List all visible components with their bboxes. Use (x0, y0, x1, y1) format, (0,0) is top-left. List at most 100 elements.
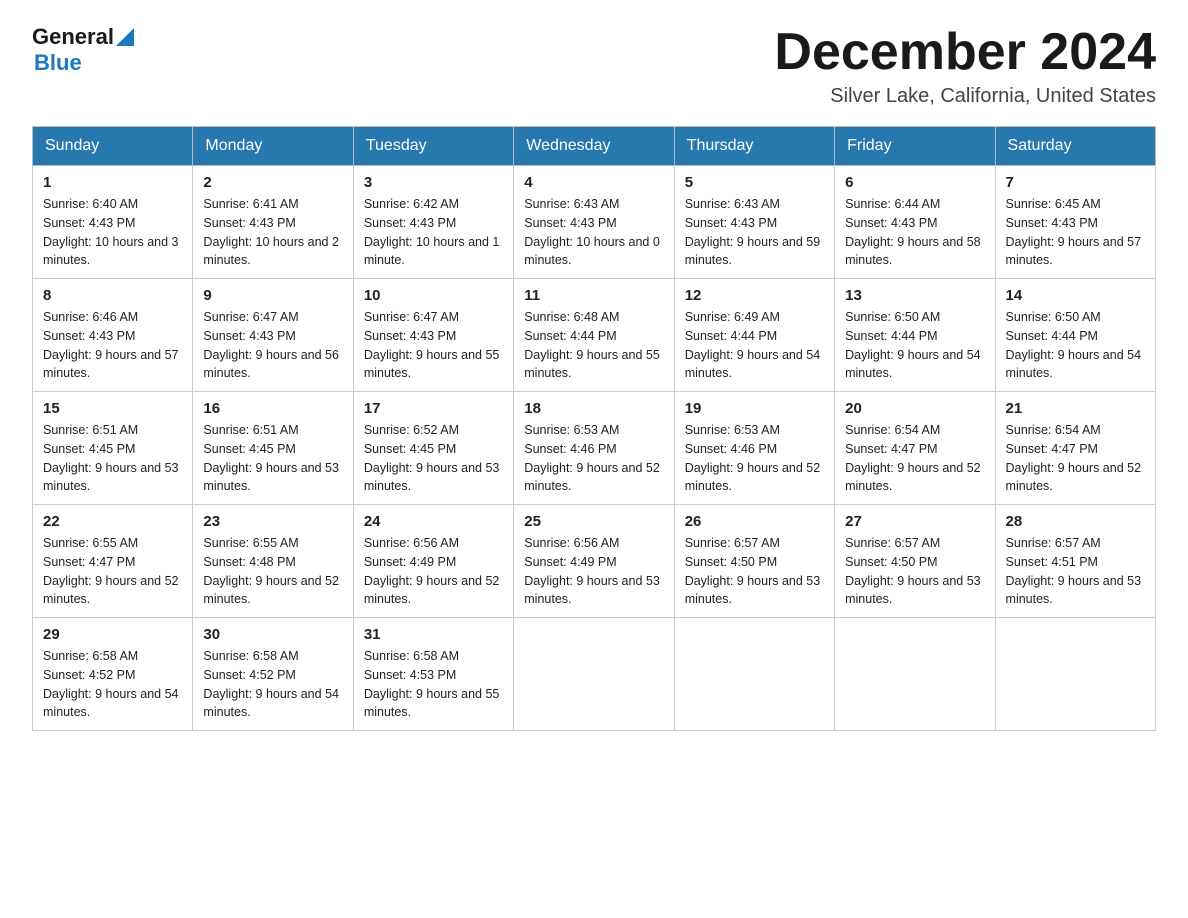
day-cell-10: 10 Sunrise: 6:47 AMSunset: 4:43 PMDayligh… (353, 279, 513, 392)
day-cell-24: 24 Sunrise: 6:56 AMSunset: 4:49 PMDayligh… (353, 505, 513, 618)
col-header-thursday: Thursday (674, 127, 834, 166)
col-header-saturday: Saturday (995, 127, 1155, 166)
day-info: Sunrise: 6:45 AMSunset: 4:43 PMDaylight:… (1006, 195, 1145, 270)
day-cell-20: 20Sunrise: 6:54 AMSunset: 4:47 PMDayligh… (835, 392, 995, 505)
day-info: Sunrise: 6:51 AMSunset: 4:45 PMDaylight:… (43, 421, 182, 496)
logo-triangle-icon (116, 28, 134, 46)
day-number: 5 (685, 174, 824, 191)
day-info: Sunrise: 6:56 AMSunset: 4:49 PMDaylight:… (524, 534, 663, 609)
day-cell-9: 9 Sunrise: 6:47 AMSunset: 4:43 PMDaylight… (193, 279, 353, 392)
col-header-wednesday: Wednesday (514, 127, 674, 166)
day-number: 16 (203, 400, 342, 417)
day-number: 19 (685, 400, 824, 417)
empty-cell (514, 618, 674, 731)
day-cell-6: 6 Sunrise: 6:44 AMSunset: 4:43 PMDaylight… (835, 166, 995, 279)
day-info: Sunrise: 6:49 AMSunset: 4:44 PMDaylight:… (685, 308, 824, 383)
day-number: 21 (1006, 400, 1145, 417)
day-info: Sunrise: 6:54 AMSunset: 4:47 PMDaylight:… (845, 421, 984, 496)
col-header-monday: Monday (193, 127, 353, 166)
day-cell-31: 31 Sunrise: 6:58 AMSunset: 4:53 PMDayligh… (353, 618, 513, 731)
week-row-4: 22 Sunrise: 6:55 AMSunset: 4:47 PMDayligh… (33, 505, 1156, 618)
day-info: Sunrise: 6:56 AMSunset: 4:49 PMDaylight:… (364, 534, 503, 609)
col-header-tuesday: Tuesday (353, 127, 513, 166)
day-number: 7 (1006, 174, 1145, 191)
logo-blue-text: Blue (34, 50, 82, 76)
day-number: 31 (364, 626, 503, 643)
day-cell-2: 2Sunrise: 6:41 AMSunset: 4:43 PMDaylight… (193, 166, 353, 279)
day-info: Sunrise: 6:51 AMSunset: 4:45 PMDaylight:… (203, 421, 342, 496)
day-info: Sunrise: 6:58 AMSunset: 4:52 PMDaylight:… (203, 647, 342, 722)
day-cell-7: 7 Sunrise: 6:45 AMSunset: 4:43 PMDaylight… (995, 166, 1155, 279)
logo: General Blue (32, 24, 134, 76)
day-cell-19: 19 Sunrise: 6:53 AMSunset: 4:46 PMDayligh… (674, 392, 834, 505)
day-number: 18 (524, 400, 663, 417)
day-info: Sunrise: 6:57 AMSunset: 4:50 PMDaylight:… (845, 534, 984, 609)
day-info: Sunrise: 6:52 AMSunset: 4:45 PMDaylight:… (364, 421, 503, 496)
day-info: Sunrise: 6:53 AMSunset: 4:46 PMDaylight:… (524, 421, 663, 496)
day-number: 8 (43, 287, 182, 304)
day-number: 29 (43, 626, 182, 643)
day-info: Sunrise: 6:47 AMSunset: 4:43 PMDaylight:… (364, 308, 503, 383)
day-cell-23: 23 Sunrise: 6:55 AMSunset: 4:48 PMDayligh… (193, 505, 353, 618)
location-subtitle: Silver Lake, California, United States (774, 85, 1156, 108)
day-info: Sunrise: 6:50 AMSunset: 4:44 PMDaylight:… (845, 308, 984, 383)
day-number: 3 (364, 174, 503, 191)
day-cell-21: 21 Sunrise: 6:54 AMSunset: 4:47 PMDayligh… (995, 392, 1155, 505)
empty-cell (995, 618, 1155, 731)
week-row-5: 29 Sunrise: 6:58 AMSunset: 4:52 PMDayligh… (33, 618, 1156, 731)
month-title: December 2024 (774, 24, 1156, 81)
day-info: Sunrise: 6:53 AMSunset: 4:46 PMDaylight:… (685, 421, 824, 496)
day-info: Sunrise: 6:47 AMSunset: 4:43 PMDaylight:… (203, 308, 342, 383)
day-number: 24 (364, 513, 503, 530)
day-info: Sunrise: 6:43 AMSunset: 4:43 PMDaylight:… (685, 195, 824, 270)
day-info: Sunrise: 6:55 AMSunset: 4:47 PMDaylight:… (43, 534, 182, 609)
day-number: 23 (203, 513, 342, 530)
day-info: Sunrise: 6:50 AMSunset: 4:44 PMDaylight:… (1006, 308, 1145, 383)
day-info: Sunrise: 6:46 AMSunset: 4:43 PMDaylight:… (43, 308, 182, 383)
empty-cell (835, 618, 995, 731)
calendar-table: SundayMondayTuesdayWednesdayThursdayFrid… (32, 126, 1156, 731)
day-info: Sunrise: 6:42 AMSunset: 4:43 PMDaylight:… (364, 195, 503, 270)
day-cell-5: 5 Sunrise: 6:43 AMSunset: 4:43 PMDaylight… (674, 166, 834, 279)
day-number: 25 (524, 513, 663, 530)
day-number: 13 (845, 287, 984, 304)
day-cell-14: 14 Sunrise: 6:50 AMSunset: 4:44 PMDayligh… (995, 279, 1155, 392)
day-cell-25: 25 Sunrise: 6:56 AMSunset: 4:49 PMDayligh… (514, 505, 674, 618)
day-cell-26: 26 Sunrise: 6:57 AMSunset: 4:50 PMDayligh… (674, 505, 834, 618)
day-info: Sunrise: 6:44 AMSunset: 4:43 PMDaylight:… (845, 195, 984, 270)
day-info: Sunrise: 6:57 AMSunset: 4:50 PMDaylight:… (685, 534, 824, 609)
day-number: 28 (1006, 513, 1145, 530)
week-row-3: 15 Sunrise: 6:51 AMSunset: 4:45 PMDayligh… (33, 392, 1156, 505)
day-number: 26 (685, 513, 824, 530)
day-cell-11: 11Sunrise: 6:48 AMSunset: 4:44 PMDayligh… (514, 279, 674, 392)
day-info: Sunrise: 6:43 AMSunset: 4:43 PMDaylight:… (524, 195, 663, 270)
day-number: 22 (43, 513, 182, 530)
page-header: General Blue December 2024 Silver Lake, … (32, 24, 1156, 108)
day-info: Sunrise: 6:58 AMSunset: 4:52 PMDaylight:… (43, 647, 182, 722)
day-cell-15: 15 Sunrise: 6:51 AMSunset: 4:45 PMDayligh… (33, 392, 193, 505)
day-number: 6 (845, 174, 984, 191)
day-number: 10 (364, 287, 503, 304)
day-cell-22: 22 Sunrise: 6:55 AMSunset: 4:47 PMDayligh… (33, 505, 193, 618)
logo-general-text: General (32, 24, 114, 50)
day-info: Sunrise: 6:54 AMSunset: 4:47 PMDaylight:… (1006, 421, 1145, 496)
week-row-1: 1Sunrise: 6:40 AMSunset: 4:43 PMDaylight… (33, 166, 1156, 279)
day-info: Sunrise: 6:41 AMSunset: 4:43 PMDaylight:… (203, 195, 342, 270)
day-number: 17 (364, 400, 503, 417)
day-number: 14 (1006, 287, 1145, 304)
day-info: Sunrise: 6:58 AMSunset: 4:53 PMDaylight:… (364, 647, 503, 722)
day-cell-8: 8 Sunrise: 6:46 AMSunset: 4:43 PMDaylight… (33, 279, 193, 392)
day-cell-4: 4 Sunrise: 6:43 AMSunset: 4:43 PMDaylight… (514, 166, 674, 279)
day-number: 30 (203, 626, 342, 643)
day-number: 4 (524, 174, 663, 191)
day-cell-16: 16 Sunrise: 6:51 AMSunset: 4:45 PMDayligh… (193, 392, 353, 505)
day-cell-30: 30 Sunrise: 6:58 AMSunset: 4:52 PMDayligh… (193, 618, 353, 731)
day-number: 15 (43, 400, 182, 417)
day-number: 27 (845, 513, 984, 530)
day-cell-27: 27 Sunrise: 6:57 AMSunset: 4:50 PMDayligh… (835, 505, 995, 618)
day-number: 9 (203, 287, 342, 304)
day-cell-13: 13 Sunrise: 6:50 AMSunset: 4:44 PMDayligh… (835, 279, 995, 392)
day-cell-28: 28Sunrise: 6:57 AMSunset: 4:51 PMDayligh… (995, 505, 1155, 618)
day-cell-3: 3 Sunrise: 6:42 AMSunset: 4:43 PMDaylight… (353, 166, 513, 279)
day-info: Sunrise: 6:55 AMSunset: 4:48 PMDaylight:… (203, 534, 342, 609)
